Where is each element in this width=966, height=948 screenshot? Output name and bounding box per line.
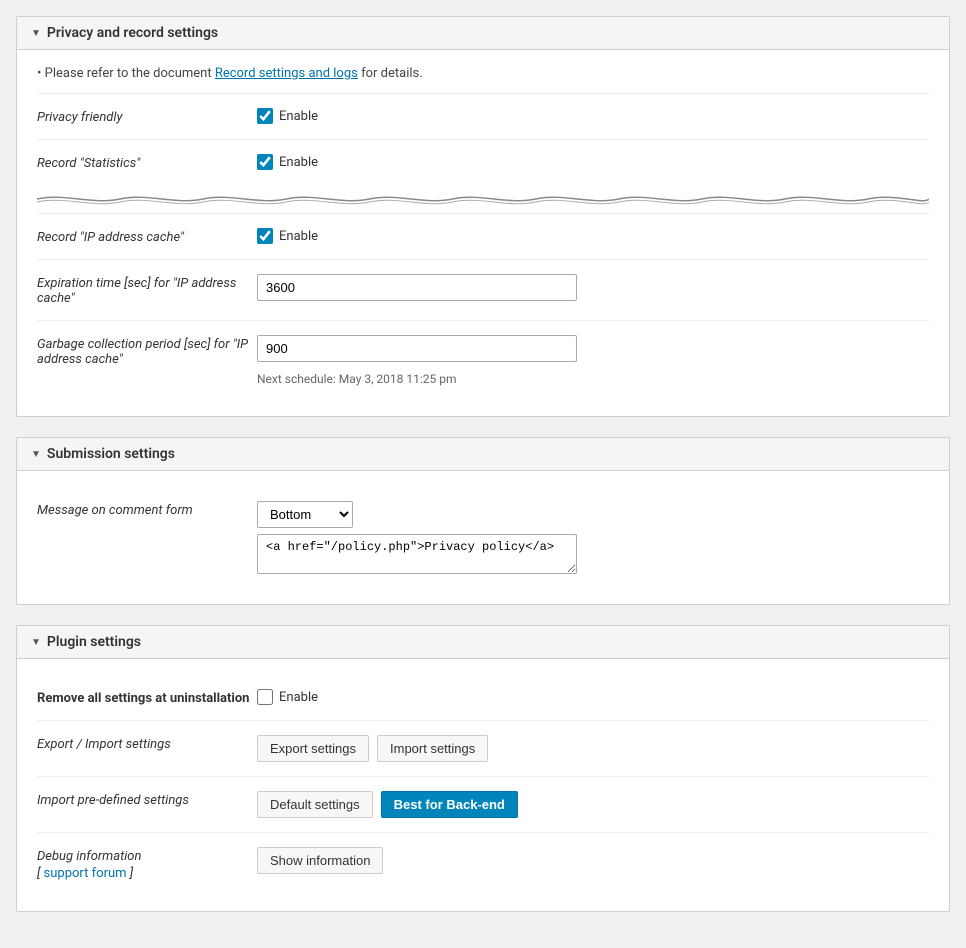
wave-divider (37, 189, 929, 209)
debug-buttons: Show information (257, 847, 929, 874)
privacy-friendly-checkbox[interactable] (257, 108, 273, 124)
policy-textarea[interactable]: <a href="/policy.php">Privacy policy</a> (257, 534, 577, 574)
privacy-section: ▼ Privacy and record settings • Please r… (16, 16, 950, 417)
plugin-section-header[interactable]: ▼ Plugin settings (17, 626, 949, 659)
privacy-friendly-row: Privacy friendly Enable (37, 93, 929, 139)
remove-settings-label: Remove all settings at uninstallation (37, 689, 257, 706)
record-statistics-checkbox[interactable] (257, 154, 273, 170)
export-import-control: Export settings Import settings (257, 735, 929, 762)
privacy-friendly-checkbox-row: Enable (257, 108, 929, 124)
privacy-friendly-control: Enable (257, 108, 929, 124)
message-form-row: Message on comment form Bottom Top None … (37, 487, 929, 588)
show-information-button[interactable]: Show information (257, 847, 383, 874)
submission-section-header[interactable]: ▼ Submission settings (17, 438, 949, 471)
privacy-section-title: Privacy and record settings (47, 25, 218, 41)
expiration-time-row: Expiration time [sec] for "IP address ca… (37, 259, 929, 320)
plugin-section-body: Remove all settings at uninstallation En… (17, 659, 949, 911)
debug-row: Debug information [ support forum ] Show… (37, 832, 929, 895)
export-import-row: Export / Import settings Export settings… (37, 720, 929, 776)
plugin-toggle-icon[interactable]: ▼ (31, 637, 41, 648)
remove-settings-control: Enable (257, 689, 929, 705)
export-import-label: Export / Import settings (37, 735, 257, 752)
default-settings-button[interactable]: Default settings (257, 791, 373, 818)
record-ip-cache-checkbox-row: Enable (257, 228, 929, 244)
garbage-collection-input[interactable] (257, 335, 577, 362)
remove-settings-row: Remove all settings at uninstallation En… (37, 675, 929, 720)
garbage-collection-label: Garbage collection period [sec] for "IP … (37, 335, 257, 367)
message-form-select-wrapper: Bottom Top None (257, 501, 929, 528)
plugin-section: ▼ Plugin settings Remove all settings at… (16, 625, 950, 912)
submission-section-body: Message on comment form Bottom Top None … (17, 471, 949, 604)
record-statistics-enable-label: Enable (279, 155, 318, 170)
message-form-select[interactable]: Bottom Top None (257, 501, 353, 528)
record-statistics-row: Record "Statistics" Enable (37, 139, 929, 185)
record-ip-cache-enable-label: Enable (279, 229, 318, 244)
submission-section: ▼ Submission settings Message on comment… (16, 437, 950, 605)
privacy-section-body: • Please refer to the document Record se… (17, 50, 949, 416)
privacy-toggle-icon[interactable]: ▼ (31, 28, 41, 39)
submission-section-title: Submission settings (47, 446, 175, 462)
record-ip-cache-checkbox[interactable] (257, 228, 273, 244)
debug-info-text: Debug information (37, 849, 257, 864)
debug-label: Debug information [ support forum ] (37, 847, 257, 881)
expiration-time-input[interactable] (257, 274, 577, 301)
expiration-time-label: Expiration time [sec] for "IP address ca… (37, 274, 257, 306)
remove-settings-checkbox[interactable] (257, 689, 273, 705)
privacy-section-header[interactable]: ▼ Privacy and record settings (17, 17, 949, 50)
privacy-friendly-label: Privacy friendly (37, 108, 257, 125)
debug-support-row: [ support forum ] (37, 866, 257, 881)
garbage-collection-row: Garbage collection period [sec] for "IP … (37, 320, 929, 400)
message-form-control: Bottom Top None <a href="/policy.php">Pr… (257, 501, 929, 574)
submission-toggle-icon[interactable]: ▼ (31, 449, 41, 460)
schedule-note: Next schedule: May 3, 2018 11:25 pm (257, 372, 929, 386)
expiration-time-control (257, 274, 929, 301)
record-settings-link[interactable]: Record settings and logs (215, 66, 358, 81)
support-forum-link[interactable]: support forum (44, 866, 127, 881)
record-ip-cache-label: Record "IP address cache" (37, 228, 257, 245)
privacy-friendly-enable-label: Enable (279, 109, 318, 124)
export-settings-button[interactable]: Export settings (257, 735, 369, 762)
import-predefined-control: Default settings Best for Back-end (257, 791, 929, 818)
debug-control: Show information (257, 847, 929, 874)
debug-label-block: Debug information [ support forum ] (37, 849, 257, 881)
remove-settings-checkbox-row: Enable (257, 689, 929, 705)
info-row: • Please refer to the document Record se… (37, 66, 929, 81)
import-predefined-label: Import pre-defined settings (37, 791, 257, 808)
message-form-label: Message on comment form (37, 501, 257, 518)
plugin-section-title: Plugin settings (47, 634, 141, 650)
import-predefined-buttons: Default settings Best for Back-end (257, 791, 929, 818)
record-ip-cache-control: Enable (257, 228, 929, 244)
remove-settings-enable-label: Enable (279, 690, 318, 705)
record-statistics-checkbox-row: Enable (257, 154, 929, 170)
best-for-backend-button[interactable]: Best for Back-end (381, 791, 518, 818)
import-settings-button[interactable]: Import settings (377, 735, 488, 762)
export-import-buttons: Export settings Import settings (257, 735, 929, 762)
import-predefined-row: Import pre-defined settings Default sett… (37, 776, 929, 832)
record-statistics-label: Record "Statistics" (37, 154, 257, 171)
record-ip-cache-row: Record "IP address cache" Enable (37, 213, 929, 259)
garbage-collection-control: Next schedule: May 3, 2018 11:25 pm (257, 335, 929, 386)
record-statistics-control: Enable (257, 154, 929, 170)
